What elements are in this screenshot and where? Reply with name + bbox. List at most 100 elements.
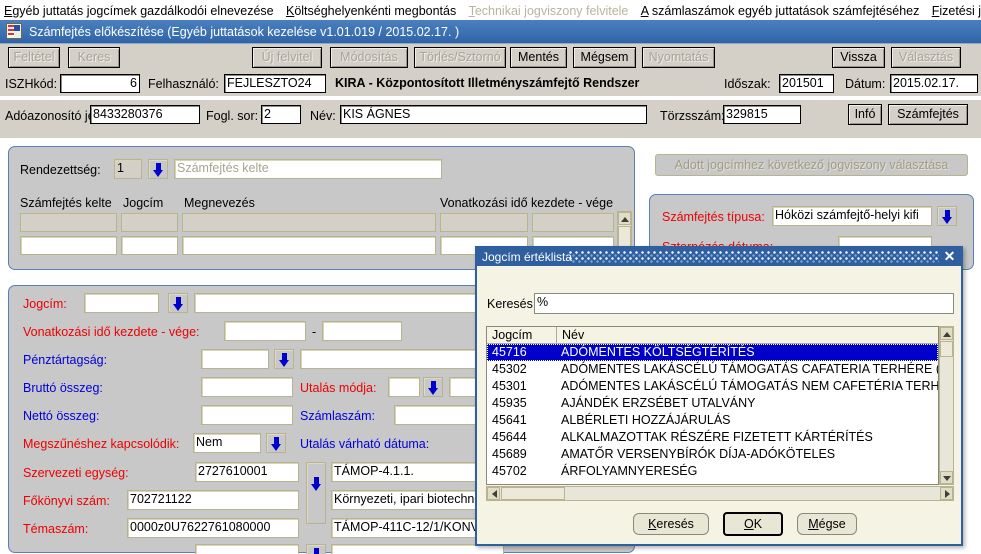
select-next-jogviszony-button[interactable]: Adott jogcímhez következő jogviszony vál…: [655, 154, 968, 176]
scroll-left-icon[interactable]: [487, 487, 500, 500]
toolbar-mentes-button[interactable]: Mentés: [510, 47, 567, 68]
menu-item-technikai-jogviszony: Technikai jogviszony felvitele: [468, 4, 629, 18]
dialog-cancel-button[interactable]: Mégse: [797, 513, 857, 535]
grid-col-vonatkozasi: Vonatkozási idő kezdete - vége: [440, 196, 614, 210]
datum-label: Dátum:: [845, 77, 886, 91]
list-item-code: 45302: [492, 362, 527, 376]
menu-item-egyeb-juttatas[interactable]: Egyéb juttatás jogcímek gazdálkodói elne…: [4, 0, 283, 20]
listbox-horizontal-scrollbar[interactable]: [486, 486, 954, 501]
szamfejtes-tipusa-field[interactable]: Hóközi számfejtő-helyi kifi: [772, 206, 932, 226]
felhasznalo-label: Felhasználó:: [148, 77, 219, 91]
scroll-right-icon[interactable]: [940, 487, 953, 500]
window-title-bar: Számfejtés előkészítése (Egyéb juttatáso…: [0, 20, 981, 44]
cell-megnevezes[interactable]: [182, 213, 436, 232]
datum-field[interactable]: 2015.02.17.: [890, 74, 978, 93]
dialog-ok-button[interactable]: OK: [723, 512, 783, 536]
list-item[interactable]: 45716 ADÓMENTES KÖLTSÉGTÉRÍTÉS: [487, 344, 938, 361]
fokonyvi-code-field[interactable]: 702721122: [127, 490, 299, 510]
list-item-name: ADÓMENTES LAKÁSCÉLÚ TÁMOGATÁS CAFATERIA …: [561, 362, 938, 376]
szamfejtes-tipusa-down-arrow-icon[interactable]: [937, 206, 957, 226]
menu-item-koltseghely[interactable]: Költséghelyenkénti megbontás: [286, 0, 465, 20]
last-code-field[interactable]: [195, 544, 299, 554]
penztartagsag-name-field[interactable]: [300, 349, 504, 369]
list-item[interactable]: 45689 AMATŐR VERSENYBÍRÓK DÍJA-ADÓKÖTELE…: [487, 446, 938, 463]
header-row-1: ISZHkód: 6 Felhasználó: FEJLESZTO24 KIRA…: [0, 72, 981, 96]
info-button[interactable]: Infó: [848, 104, 882, 125]
list-item[interactable]: 45641 ALBÉRLETI HOZZÁJÁRULÁS: [487, 412, 938, 429]
scroll-up-icon[interactable]: [940, 327, 953, 340]
torzsszam-field[interactable]: 329815: [723, 105, 801, 124]
toolbar-torles-sztorno-button[interactable]: Törlés/Sztornó: [414, 47, 506, 68]
list-item-code: 45301: [492, 379, 527, 393]
listbox-vertical-scrollbar[interactable]: [939, 326, 954, 485]
toolbar-uj-felvitel-button[interactable]: Új felvitel: [252, 47, 322, 68]
temaszam-code-field[interactable]: 0000z0U7622761080000: [127, 518, 299, 538]
list-item[interactable]: 45302 ADÓMENTES LAKÁSCÉLÚ TÁMOGATÁS CAFA…: [487, 361, 938, 378]
cell-vege[interactable]: [532, 213, 614, 232]
scroll-down-icon[interactable]: [940, 471, 953, 484]
search-input[interactable]: %: [534, 293, 954, 314]
close-icon[interactable]: ✕: [942, 249, 957, 264]
rendezettseg-field[interactable]: 1: [114, 159, 142, 179]
jogcim-value-list-dialog: Jogcím értéklista ✕ Keresés % Jogcím Név…: [475, 246, 963, 546]
cell-megnevezes[interactable]: [182, 236, 436, 255]
list-item[interactable]: 45935 AJÁNDÉK ERZSÉBET UTALVÁNY: [487, 395, 938, 412]
szervezeti-code-field[interactable]: 2727610001: [195, 462, 299, 482]
szervezeti-down-arrow-icon[interactable]: [306, 462, 326, 524]
vonatkozasi-to-field[interactable]: [322, 321, 402, 341]
jogcim-listbox[interactable]: Jogcím Név 45716 ADÓMENTES KÖLTSÉGTÉRÍTÉ…: [486, 326, 939, 485]
penztartagsag-label: Pénztártagság:: [23, 353, 108, 367]
list-item-code: 45702: [492, 464, 527, 478]
utalas-modja-label: Utalás módja:: [300, 381, 377, 395]
netto-field[interactable]: [201, 405, 293, 425]
toolbar-valasztas-button[interactable]: Választás: [891, 47, 961, 68]
iszhkod-field[interactable]: 6: [60, 74, 140, 93]
idoszak-field[interactable]: 201501: [779, 74, 834, 93]
grid-col-megnevezes: Megnevezés: [184, 196, 255, 210]
adoazonosito-field[interactable]: 8433280376: [90, 105, 200, 124]
toolbar-keres-button[interactable]: Keres: [68, 47, 120, 68]
penztartagsag-code-field[interactable]: [201, 349, 269, 369]
penztartagsag-down-arrow-icon[interactable]: [274, 349, 294, 369]
menu-item-szamlaszamok[interactable]: A számlaszámok egyéb juttatások számfejt…: [641, 0, 929, 20]
megszuneshez-field[interactable]: Nem: [193, 433, 261, 453]
dialog-search-button[interactable]: Keresés: [633, 513, 709, 535]
list-item[interactable]: 45644 ALKALMAZOTTAK RÉSZÉRE FIZETETT KÁR…: [487, 429, 938, 446]
megszuneshez-down-arrow-icon[interactable]: [266, 433, 286, 453]
cell-jogcim[interactable]: [121, 236, 178, 255]
jogcim-down-arrow-icon[interactable]: [168, 293, 188, 313]
list-item[interactable]: 45702 ÁRFOLYAMNYERESÉG: [487, 463, 938, 480]
menu-item-fizetesi-jegyzek[interactable]: Fizetési jeg: [932, 0, 981, 20]
vonatkozasi-from-field[interactable]: [224, 321, 306, 341]
toolbar-feltetel-button[interactable]: Feltétel: [8, 47, 60, 68]
list-item-code: 45716: [492, 345, 527, 359]
cell-jogcim[interactable]: [121, 213, 178, 232]
sort-down-arrow-icon[interactable]: [148, 159, 168, 179]
toolbar-megsem-button[interactable]: Mégsem: [573, 47, 636, 68]
szamfejtes-button[interactable]: Számfejtés: [888, 104, 968, 125]
list-item-code: 45641: [492, 413, 527, 427]
utalas-modja-down-arrow-icon[interactable]: [423, 377, 443, 397]
jogcim-code-field[interactable]: [84, 293, 159, 313]
jogcim-name-field[interactable]: [194, 293, 504, 313]
dialog-title-grip: [569, 251, 939, 263]
brand-title: KIRA - Központosított Illetményszámfejtő…: [335, 76, 640, 90]
scrollbar-thumb[interactable]: [940, 341, 953, 357]
nev-field[interactable]: KIS ÁGNES: [340, 105, 647, 124]
toolbar-vissza-button[interactable]: Vissza: [832, 47, 885, 68]
utalas-modja-code-field[interactable]: [388, 377, 420, 397]
felhasznalo-field[interactable]: FEJLESZTO24: [224, 74, 326, 93]
list-item[interactable]: 45301 ADÓMENTES LAKÁSCÉLÚ TÁMOGATÁS NEM …: [487, 378, 938, 395]
fogl-sor-field[interactable]: 2: [261, 105, 301, 124]
toolbar-modositas-button[interactable]: Módosítás: [330, 47, 408, 68]
cell-kezdete[interactable]: [440, 213, 528, 232]
sort-field[interactable]: Számfejtés kelte: [174, 159, 442, 179]
cell-kelte[interactable]: [20, 213, 117, 232]
toolbar-nyomtatas-button[interactable]: Nyomtatás: [642, 47, 715, 68]
fokonyvi-label: Főkönyvi szám:: [23, 494, 110, 508]
last-down-arrow-icon[interactable]: [306, 544, 326, 554]
cell-kelte[interactable]: [20, 236, 117, 255]
brutto-field[interactable]: [201, 377, 293, 397]
scrollbar-thumb[interactable]: [501, 487, 565, 500]
scroll-up-icon[interactable]: [618, 212, 631, 225]
